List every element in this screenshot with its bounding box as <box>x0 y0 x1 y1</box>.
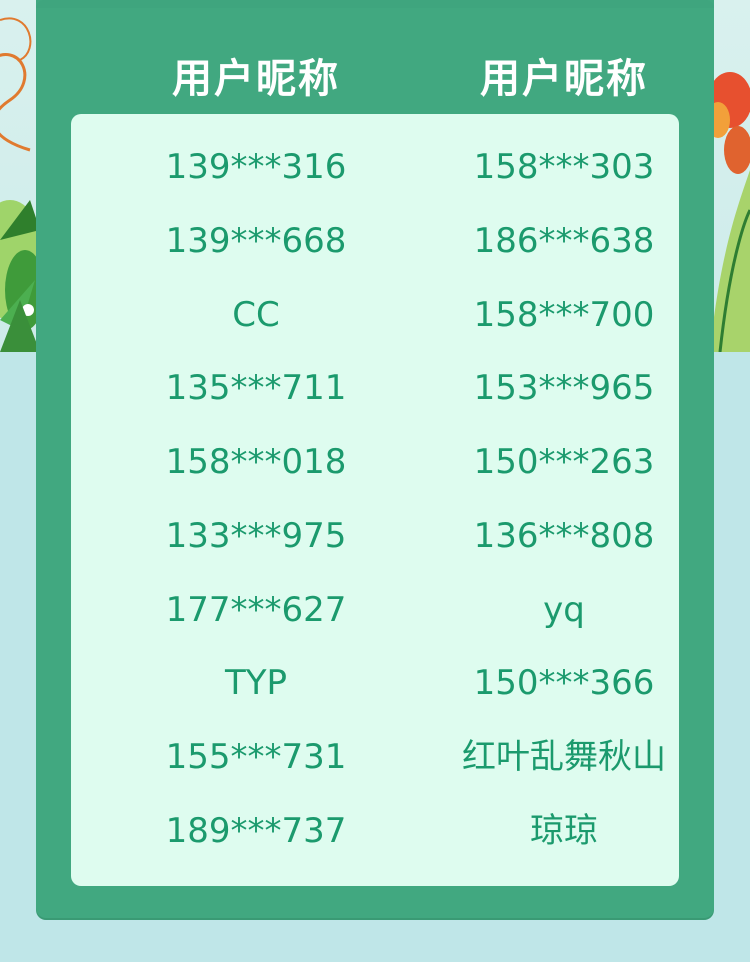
nickname-cell: 158***303 <box>473 147 655 187</box>
nickname-cell: 红叶乱舞秋山 <box>462 737 666 777</box>
table-row: 139***668 186***638 <box>71 216 679 266</box>
nickname-cell: 139***316 <box>165 147 347 187</box>
table-row: 189***737 琼琼 <box>71 806 679 856</box>
nickname-cell: 150***263 <box>473 442 655 482</box>
nickname-list-card: 139***316 158***303 139***668 186***638 … <box>71 114 679 886</box>
nickname-cell: 158***018 <box>165 442 347 482</box>
nickname-cell: 139***668 <box>165 221 347 261</box>
nickname-cell: 琼琼 <box>530 811 598 851</box>
nickname-cell: 150***366 <box>473 663 655 703</box>
table-row: TYP 150***366 <box>71 658 679 708</box>
table-row: 139***316 158***303 <box>71 142 679 192</box>
panel-top-edge <box>36 0 714 8</box>
nickname-cell: 177***627 <box>165 590 347 630</box>
nickname-cell: CC <box>232 295 280 335</box>
table-row: 177***627 yq <box>71 585 679 635</box>
nickname-cell: TYP <box>224 663 288 703</box>
column-header-nickname: 用户昵称 <box>172 56 340 102</box>
column-header-nickname: 用户昵称 <box>480 56 648 102</box>
table-row: 155***731 红叶乱舞秋山 <box>71 732 679 782</box>
winners-panel: 用户昵称 用户昵称 139***316 158***303 139***668 … <box>36 0 714 918</box>
table-header: 用户昵称 用户昵称 <box>36 46 714 106</box>
table-row: CC 158***700 <box>71 290 679 340</box>
table-row: 158***018 150***263 <box>71 437 679 487</box>
nickname-cell: 153***965 <box>473 368 655 408</box>
table-row: 133***975 136***808 <box>71 511 679 561</box>
nickname-cell: 135***711 <box>165 368 347 408</box>
nickname-cell: 133***975 <box>165 516 347 556</box>
nickname-cell: 136***808 <box>473 516 655 556</box>
nickname-cell: 186***638 <box>473 221 655 261</box>
table-row: 135***711 153***965 <box>71 363 679 413</box>
nickname-cell: 189***737 <box>165 811 347 851</box>
nickname-cell: yq <box>543 590 585 630</box>
nickname-cell: 158***700 <box>473 295 655 335</box>
nickname-cell: 155***731 <box>165 737 347 777</box>
